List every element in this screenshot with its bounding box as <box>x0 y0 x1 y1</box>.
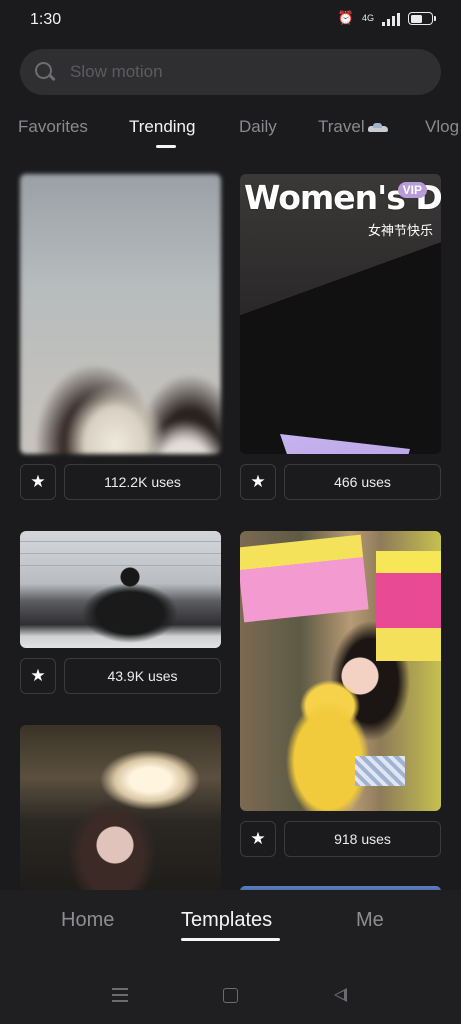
star-icon: ★ <box>30 472 46 492</box>
tab-daily[interactable]: Daily <box>239 117 277 137</box>
star-icon: ★ <box>250 472 266 492</box>
uses-count-button[interactable]: 43.9K uses <box>64 658 221 694</box>
favorite-star-button[interactable]: ★ <box>240 464 276 500</box>
search-bar[interactable] <box>20 49 441 95</box>
search-icon <box>34 61 56 83</box>
tab-travel-label: Travel <box>318 117 365 136</box>
battery-icon <box>408 12 436 25</box>
tab-travel[interactable]: Travel <box>318 117 388 137</box>
nav-active-indicator <box>181 938 280 941</box>
tab-vlog[interactable]: Vlog <box>425 117 459 137</box>
template-thumbnail[interactable]: Women's Day VIP 女神节快乐 <box>240 174 441 454</box>
category-tabs: Favorites Trending Daily Travel Vlog <box>0 117 461 151</box>
template-thumbnail[interactable] <box>20 725 221 900</box>
nav-templates[interactable]: Templates <box>181 909 272 932</box>
status-bar: 1:30 ⏰ 4G <box>0 0 461 40</box>
shop-sign <box>376 551 441 661</box>
template-thumbnail[interactable] <box>20 531 221 648</box>
plaid-skirt <box>355 756 405 786</box>
thumbnail-subtitle: 女神节快乐 <box>367 223 433 238</box>
system-recents-icon[interactable] <box>112 988 128 1002</box>
vip-badge: VIP <box>397 182 427 198</box>
network-label: 4G <box>361 13 374 23</box>
signal-icon <box>382 12 400 26</box>
nav-me[interactable]: Me <box>356 909 384 932</box>
uses-count-button[interactable]: 466 uses <box>284 464 441 500</box>
star-icon: ★ <box>30 666 46 686</box>
bouquet-wrap <box>280 434 410 454</box>
tab-trending[interactable]: Trending <box>129 117 195 137</box>
status-time: 1:30 <box>30 11 62 28</box>
template-thumbnail[interactable] <box>240 531 441 811</box>
template-thumbnail[interactable] <box>20 174 221 454</box>
uses-count-button[interactable]: 112.2K uses <box>64 464 221 500</box>
active-tab-indicator <box>156 145 176 148</box>
favorite-star-button[interactable]: ★ <box>20 464 56 500</box>
star-icon: ★ <box>250 829 266 849</box>
favorite-star-button[interactable]: ★ <box>240 821 276 857</box>
search-input[interactable] <box>70 62 390 82</box>
nav-home[interactable]: Home <box>61 909 114 932</box>
shop-sign <box>240 534 369 623</box>
system-back-icon[interactable] <box>334 988 347 1002</box>
alarm-off-icon: ⏰ <box>337 11 354 26</box>
uses-count-button[interactable]: 918 uses <box>284 821 441 857</box>
system-home-icon[interactable] <box>223 988 238 1003</box>
car-icon <box>367 122 388 133</box>
favorite-star-button[interactable]: ★ <box>20 658 56 694</box>
tab-favorites[interactable]: Favorites <box>18 117 88 137</box>
bottom-nav: Home Templates Me <box>0 890 461 1024</box>
status-icons: ⏰ 4G <box>337 11 436 26</box>
